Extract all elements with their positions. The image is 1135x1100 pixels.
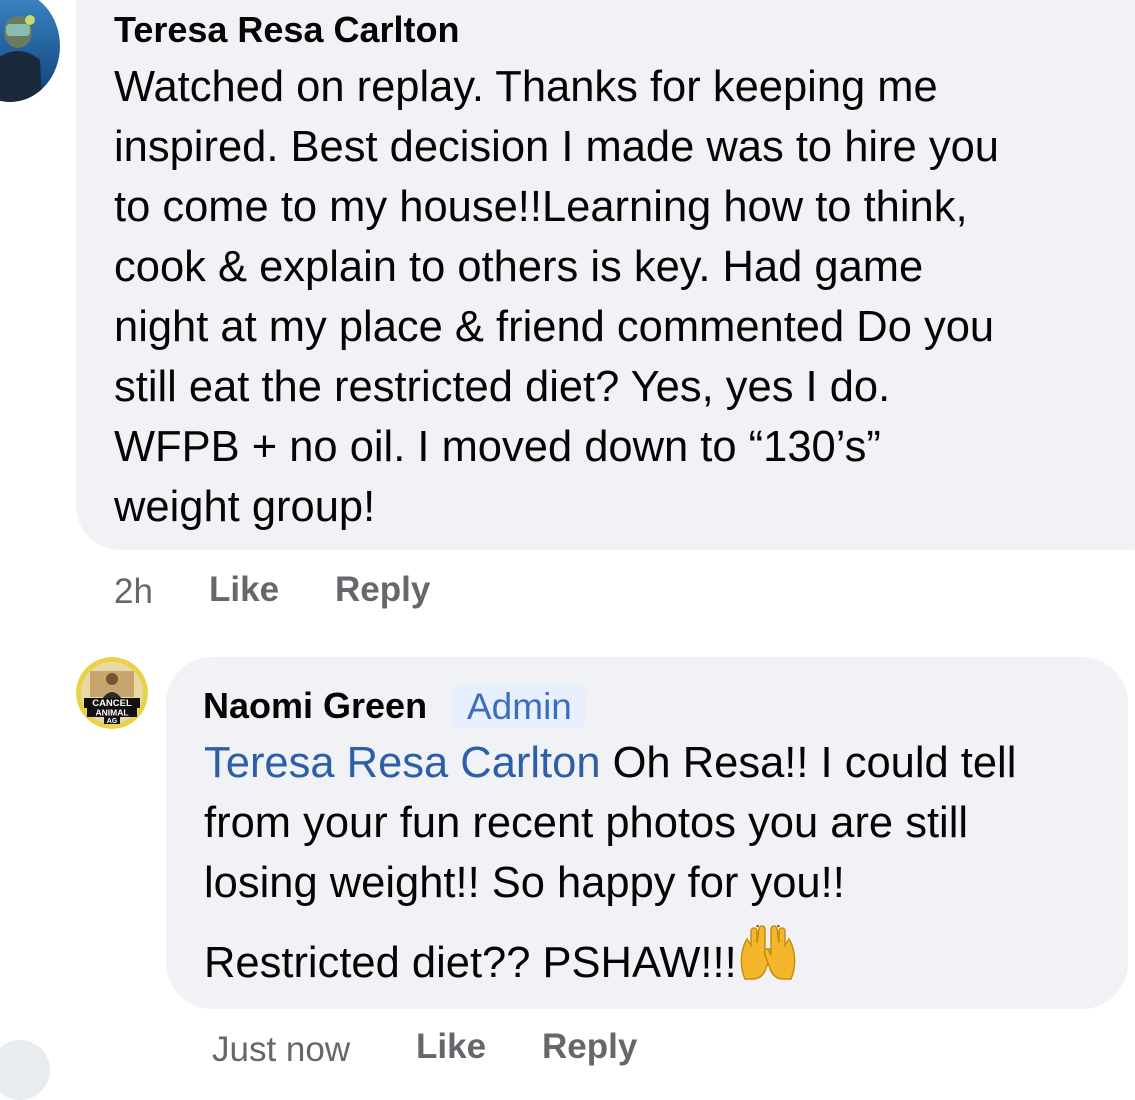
next-comment-avatar[interactable]	[0, 1040, 50, 1100]
reply-timestamp[interactable]: Just now	[212, 1030, 350, 1070]
commenter-avatar[interactable]	[0, 0, 60, 102]
reply-paragraph-text: Restricted diet?? PSHAW!!!	[204, 939, 737, 987]
reply-author-avatar[interactable]: CANCEL ANIMAL AG	[76, 657, 148, 729]
comment-line: to come to my house!!Learning how to thi…	[114, 183, 968, 231]
cancel-animal-ag-logo-icon: CANCEL ANIMAL AG	[76, 657, 148, 729]
mention-link[interactable]: Teresa Resa Carlton	[204, 739, 601, 787]
comment-line: still eat the restricted diet? Yes, yes …	[114, 363, 891, 411]
reply-button[interactable]: Reply	[335, 570, 430, 610]
reply-line: losing weight!! So happy for you!!	[204, 859, 845, 907]
svg-text:AG: AG	[107, 718, 118, 725]
comment-text: Watched on replay. Thanks for keeping me…	[114, 57, 1124, 537]
comment-line: WFPB + no oil. I moved down to “130’s”	[114, 423, 881, 471]
comment-line: weight group!	[114, 483, 376, 531]
svg-text:ANIMAL: ANIMAL	[95, 708, 128, 718]
avatar-photo-icon	[0, 0, 60, 102]
comment-line: Watched on replay. Thanks for keeping me	[114, 63, 938, 111]
comment-timestamp[interactable]: 2h	[114, 572, 153, 612]
reply-line: from your fun recent photos you are stil…	[204, 799, 969, 847]
reply-second-paragraph: Restricted diet?? PSHAW!!!	[204, 921, 1124, 997]
admin-badge: Admin	[453, 684, 586, 729]
comment-author-name[interactable]: Teresa Resa Carlton	[114, 9, 459, 51]
reply-line-text: Oh Resa!! I could tell	[600, 739, 1017, 787]
raising-hands-emoji-icon	[737, 921, 799, 997]
reply-button[interactable]: Reply	[542, 1027, 637, 1067]
reply-text: Teresa Resa Carlton Oh Resa!! I could te…	[204, 733, 1124, 913]
like-button[interactable]: Like	[209, 570, 279, 610]
reply-line: Teresa Resa Carlton Oh Resa!! I could te…	[204, 733, 1124, 793]
like-button[interactable]: Like	[416, 1027, 486, 1067]
comment-line: cook & explain to others is key. Had gam…	[114, 243, 924, 291]
comment-line: night at my place & friend commented Do …	[114, 303, 995, 351]
reply-author-name[interactable]: Naomi Green	[203, 685, 427, 727]
comment-line: inspired. Best decision I made was to hi…	[114, 123, 999, 171]
